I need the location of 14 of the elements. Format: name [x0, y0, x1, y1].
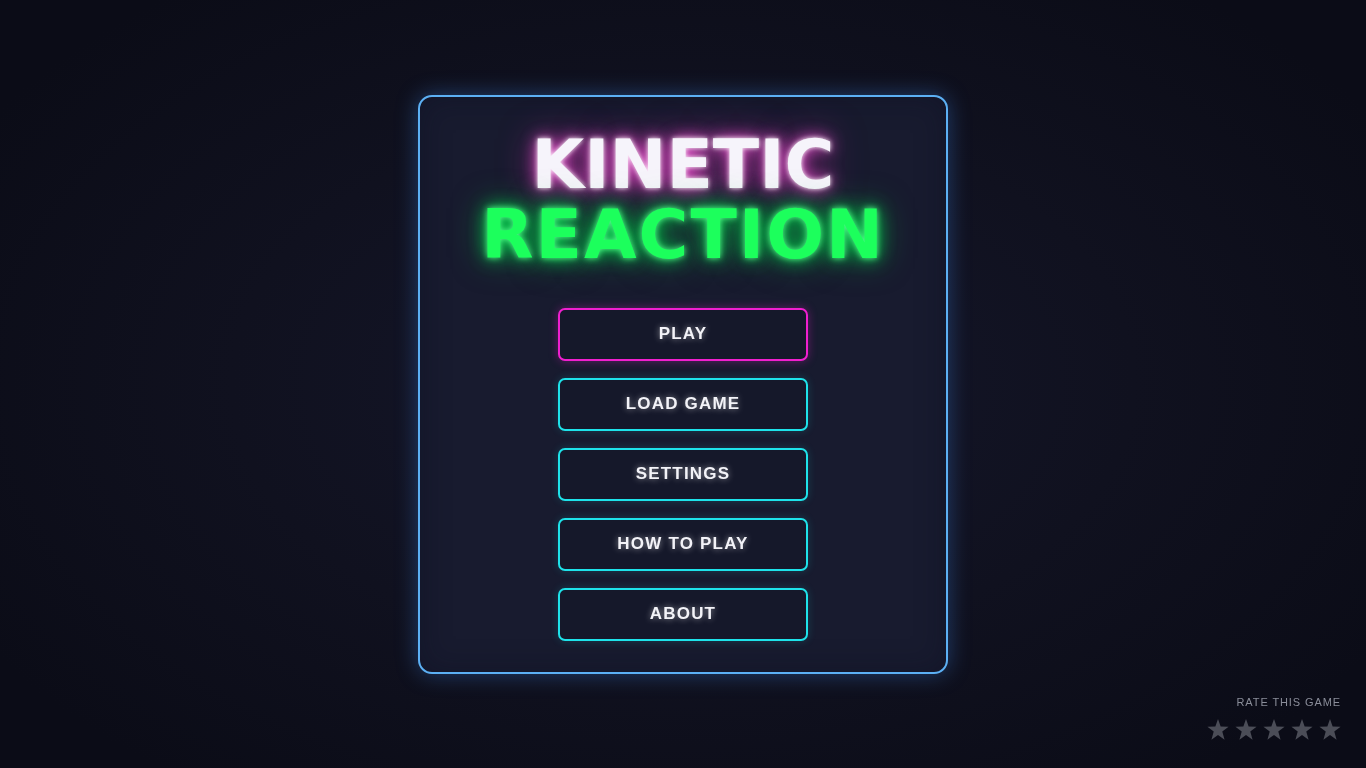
- star-icon[interactable]: [1319, 719, 1341, 740]
- star-icon[interactable]: [1207, 719, 1229, 740]
- menu-button[interactable]: SETTINGS: [558, 447, 808, 501]
- menu-button[interactable]: HOW TO PLAY: [558, 517, 808, 571]
- star-icon[interactable]: [1235, 719, 1257, 740]
- menu-button[interactable]: ABOUT: [558, 587, 808, 641]
- menu-button[interactable]: LOAD GAME: [558, 377, 808, 431]
- game-title: KINETIC: [531, 129, 835, 200]
- rating-label: RATE THIS GAME: [1236, 696, 1341, 709]
- star-icon[interactable]: [1291, 719, 1313, 740]
- star-rating[interactable]: [1207, 719, 1341, 740]
- star-icon[interactable]: [1263, 719, 1285, 740]
- game-subtitle: REACTION: [481, 199, 885, 270]
- menu-button[interactable]: PLAY: [558, 307, 808, 361]
